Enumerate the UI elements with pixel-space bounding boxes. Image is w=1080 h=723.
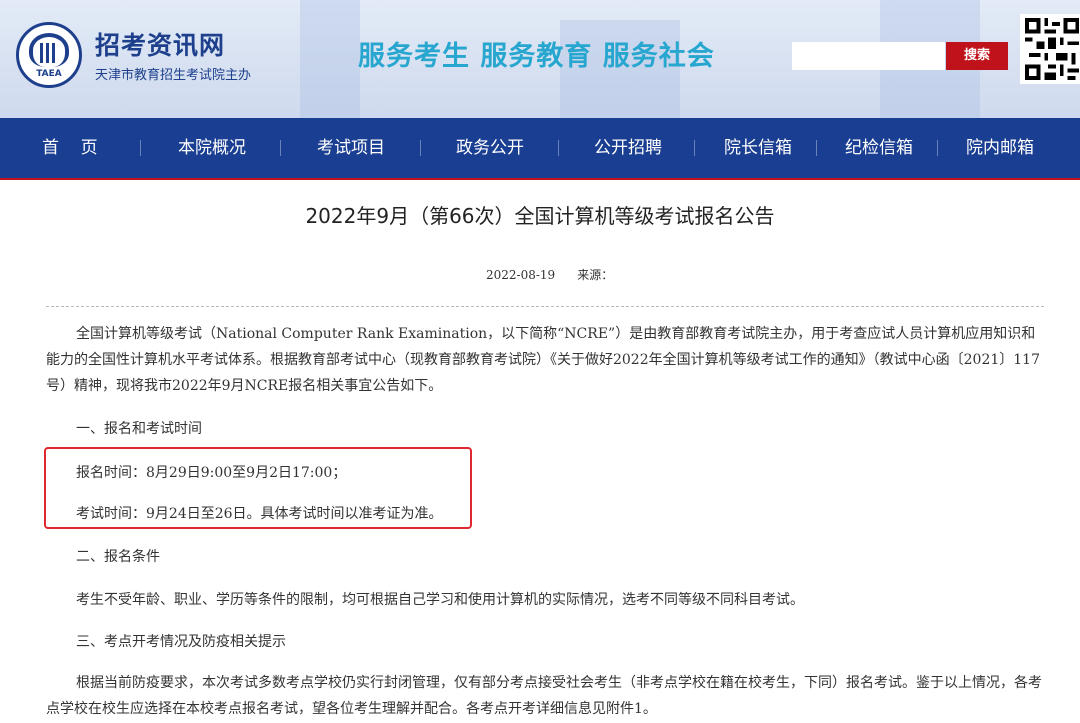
nav-divider [420, 140, 421, 156]
nav-item-exams[interactable]: 考试项目 [317, 118, 385, 178]
article-source-label: 来源： [577, 268, 614, 282]
nav-divider [140, 140, 141, 156]
nav-item-home[interactable]: 首 页 [42, 118, 98, 178]
nav-divider [280, 140, 281, 156]
header-slogan: 服务考生 服务教育 服务社会 [358, 41, 715, 72]
article-date: 2022-08-19 [486, 268, 556, 282]
header-background-building [300, 0, 360, 118]
nav-divider [816, 140, 817, 156]
exam-time: 考试时间：9月24日至26日。具体考试时间以准考证为准。 [76, 506, 443, 522]
article-meta: 2022-08-19 来源： [486, 266, 635, 283]
site-subtitle: 天津市教育招生考试院主办 [95, 68, 252, 83]
epidemic-paragraph: 根据当前防疫要求，本次考试多数考点学校仍实行封闭管理，仅有部分考点接受社会考生（… [46, 675, 1042, 717]
logo-book-icon [40, 43, 58, 63]
section-heading-2: 二、报名条件 [76, 549, 160, 565]
nav-item-about[interactable]: 本院概况 [178, 118, 246, 178]
conditions-paragraph: 考生不受年龄、职业、学历等条件的限制，均可根据自己学习和使用计算机的实际情况，选… [76, 592, 804, 608]
article-intro-paragraph: 全国计算机等级考试（National Computer Rank Examina… [46, 326, 1040, 394]
registration-time: 报名时间：8月29日9:00至9月2日17:00； [76, 465, 347, 481]
site-logo[interactable]: TAEA [16, 22, 82, 88]
nav-item-president-mailbox[interactable]: 院长信箱 [724, 118, 792, 178]
nav-item-internal-mail[interactable]: 院内邮箱 [966, 118, 1034, 178]
article-title: 2022年9月（第66次）全国计算机等级考试报名公告 [305, 204, 775, 228]
article-divider [46, 306, 1044, 307]
site-name[interactable]: 招考资讯网 [95, 26, 225, 62]
section-heading-1: 一、报名和考试时间 [76, 421, 202, 437]
nav-item-public-affairs[interactable]: 政务公开 [456, 118, 524, 178]
site-header: TAEA 招考资讯网 天津市教育招生考试院主办 服务考生 服务教育 服务社会 搜… [0, 0, 1080, 118]
nav-item-recruitment[interactable]: 公开招聘 [594, 118, 662, 178]
search-input[interactable] [792, 42, 945, 70]
main-nav: 首 页 本院概况 考试项目 政务公开 公开招聘 院长信箱 纪检信箱 院内邮箱 [0, 118, 1080, 180]
section-heading-3: 三、考点开考情况及防疫相关提示 [76, 634, 286, 650]
nav-divider [937, 140, 938, 156]
nav-item-discipline-mailbox[interactable]: 纪检信箱 [845, 118, 913, 178]
nav-divider [694, 140, 695, 156]
nav-divider [558, 140, 559, 156]
qr-code-icon [1020, 14, 1080, 84]
logo-text: TAEA [36, 69, 62, 79]
search-button[interactable]: 搜索 [946, 42, 1008, 70]
